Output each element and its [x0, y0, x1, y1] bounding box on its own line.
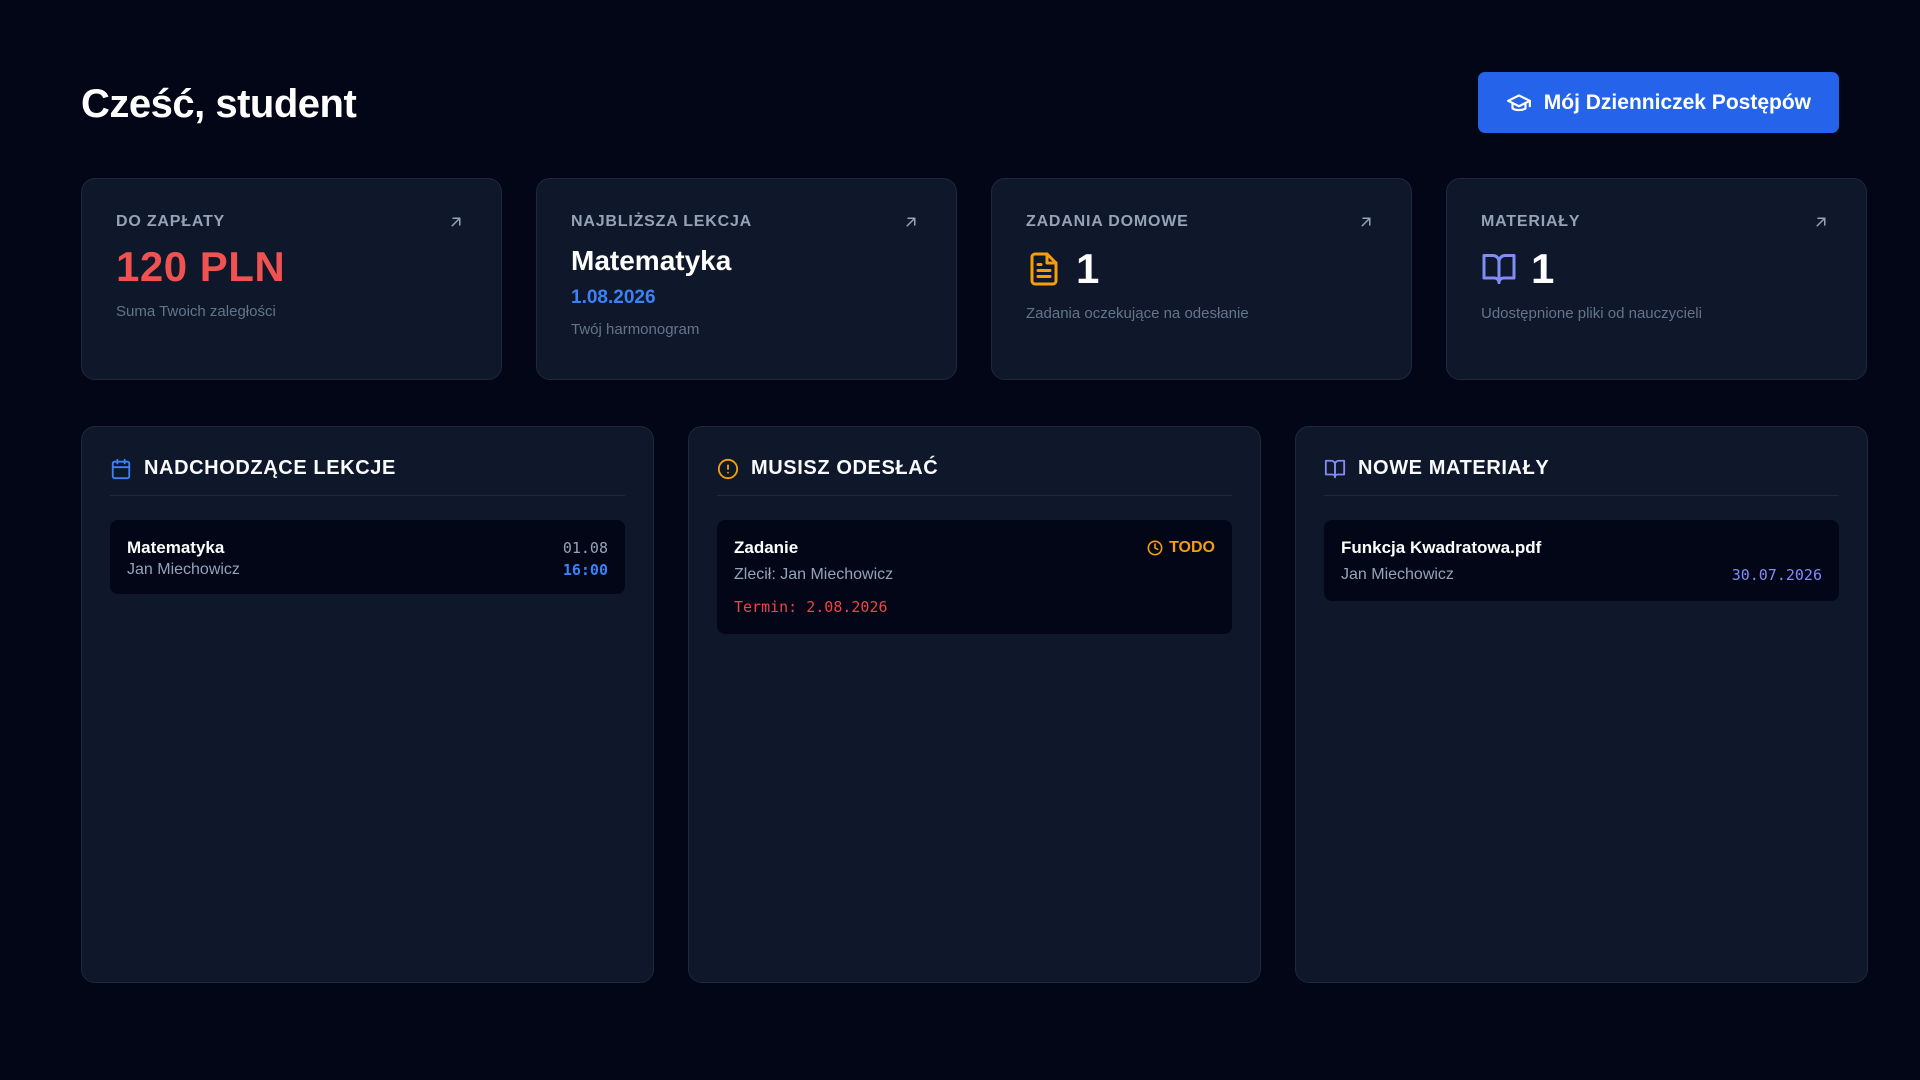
material-filename: Funkcja Kwadratowa.pdf — [1341, 538, 1542, 557]
lesson-teacher: Jan Miechowicz — [127, 561, 240, 578]
material-item[interactable]: Funkcja Kwadratowa.pdf Jan Miechowicz 30… — [1324, 520, 1839, 601]
assignment-deadline: Termin: 2.08.2026 — [734, 598, 888, 616]
panel-title: NADCHODZĄCE LEKCJE — [144, 457, 396, 479]
lesson-row-bottom: Jan Miechowicz 16:00 — [127, 561, 608, 579]
stat-label: NAJBLIŻSZA LEKCJA — [571, 213, 753, 230]
panel-title: NOWE MATERIAŁY — [1358, 457, 1550, 479]
new-materials-panel: NOWE MATERIAŁY Funkcja Kwadratowa.pdf Ja… — [1295, 426, 1868, 983]
book-open-icon — [1482, 254, 1516, 284]
arrow-up-right-icon[interactable] — [447, 213, 465, 231]
arrow-up-right-icon[interactable] — [1357, 213, 1375, 231]
status-badge: TODO — [1147, 539, 1215, 557]
materials-count: 1 — [1531, 245, 1555, 292]
next-lesson-date: 1.08.2026 — [571, 287, 656, 308]
lesson-date: 01.08 — [562, 539, 608, 557]
stat-label: ZADANIA DOMOWE — [1026, 213, 1189, 230]
stat-card-next-lesson[interactable]: NAJBLIŻSZA LEKCJA Matematyka 1.08.2026 T… — [536, 178, 957, 380]
arrow-up-right-icon[interactable] — [902, 213, 920, 231]
stat-description: Udostępnione pliki od nauczycieli — [1481, 305, 1702, 322]
stat-card-homework[interactable]: ZADANIA DOMOWE 1 Zadania oczekujące na o… — [991, 178, 1412, 380]
file-text-icon — [1030, 252, 1058, 286]
stat-description: Zadania oczekujące na odesłanie — [1026, 305, 1249, 322]
panels-row: NADCHODZĄCE LEKCJE Matematyka 01.08 Jan … — [81, 426, 1868, 983]
to-submit-panel: MUSISZ ODESŁAĆ Zadanie TODO Zlecił: Jan … — [688, 426, 1261, 983]
stat-description: Suma Twoich zaległości — [116, 303, 276, 320]
material-date: 30.07.2026 — [1731, 566, 1822, 584]
next-lesson-subject: Matematyka — [571, 245, 732, 276]
panel-title: MUSISZ ODESŁAĆ — [751, 457, 939, 479]
stat-description: Twój harmonogram — [571, 321, 700, 338]
homework-count-row: 1 — [1026, 245, 1377, 293]
lesson-subject: Matematyka — [127, 538, 225, 557]
material-row-bottom: Jan Miechowicz 30.07.2026 — [1341, 566, 1822, 584]
stats-row: DO ZAPŁATY 120 PLN Suma Twoich zaległośc… — [81, 178, 1867, 380]
material-teacher: Jan Miechowicz — [1341, 566, 1454, 583]
payment-amount: 120 PLN — [116, 243, 286, 290]
stat-card-materials[interactable]: MATERIAŁY 1 Udostępnione pliki od nauczy… — [1446, 178, 1867, 380]
graduation-cap-icon — [1506, 93, 1531, 111]
lesson-item[interactable]: Matematyka 01.08 Jan Miechowicz 16:00 — [110, 520, 625, 594]
page-title: Cześć, student — [81, 82, 357, 126]
assignment-title: Zadanie — [734, 538, 799, 557]
homework-count: 1 — [1076, 245, 1100, 292]
book-open-icon — [1324, 459, 1346, 478]
calendar-icon — [111, 458, 131, 479]
stat-card-payment[interactable]: DO ZAPŁATY 120 PLN Suma Twoich zaległośc… — [81, 178, 502, 380]
materials-count-row: 1 — [1481, 245, 1832, 293]
stat-label: DO ZAPŁATY — [116, 213, 226, 230]
lesson-time: 16:00 — [562, 561, 608, 579]
panel-header: MUSISZ ODESŁAĆ — [717, 457, 1232, 496]
panel-header: NADCHODZĄCE LEKCJE — [110, 457, 625, 496]
upcoming-lessons-panel: NADCHODZĄCE LEKCJE Matematyka 01.08 Jan … — [81, 426, 654, 983]
assignment-item[interactable]: Zadanie TODO Zlecił: Jan Miechowicz Term… — [717, 520, 1232, 634]
assignment-row-top: Zadanie TODO — [734, 538, 1215, 558]
stat-label: MATERIAŁY — [1481, 213, 1581, 230]
status-label: TODO — [1169, 539, 1215, 556]
assignment-assigned-by: Zlecił: Jan Miechowicz — [734, 566, 894, 583]
arrow-up-right-icon[interactable] — [1812, 213, 1830, 231]
alert-circle-icon — [717, 458, 739, 479]
progress-journal-label: Mój Dzienniczek Postępów — [1543, 90, 1811, 114]
dashboard-page: Cześć, student Mój Dzienniczek Postępów … — [0, 0, 1920, 1080]
header: Cześć, student Mój Dzienniczek Postępów — [81, 72, 1839, 133]
lesson-row-top: Matematyka 01.08 — [127, 538, 608, 558]
clock-icon — [1147, 540, 1163, 556]
progress-journal-button[interactable]: Mój Dzienniczek Postępów — [1477, 72, 1839, 133]
panel-header: NOWE MATERIAŁY — [1324, 457, 1839, 496]
